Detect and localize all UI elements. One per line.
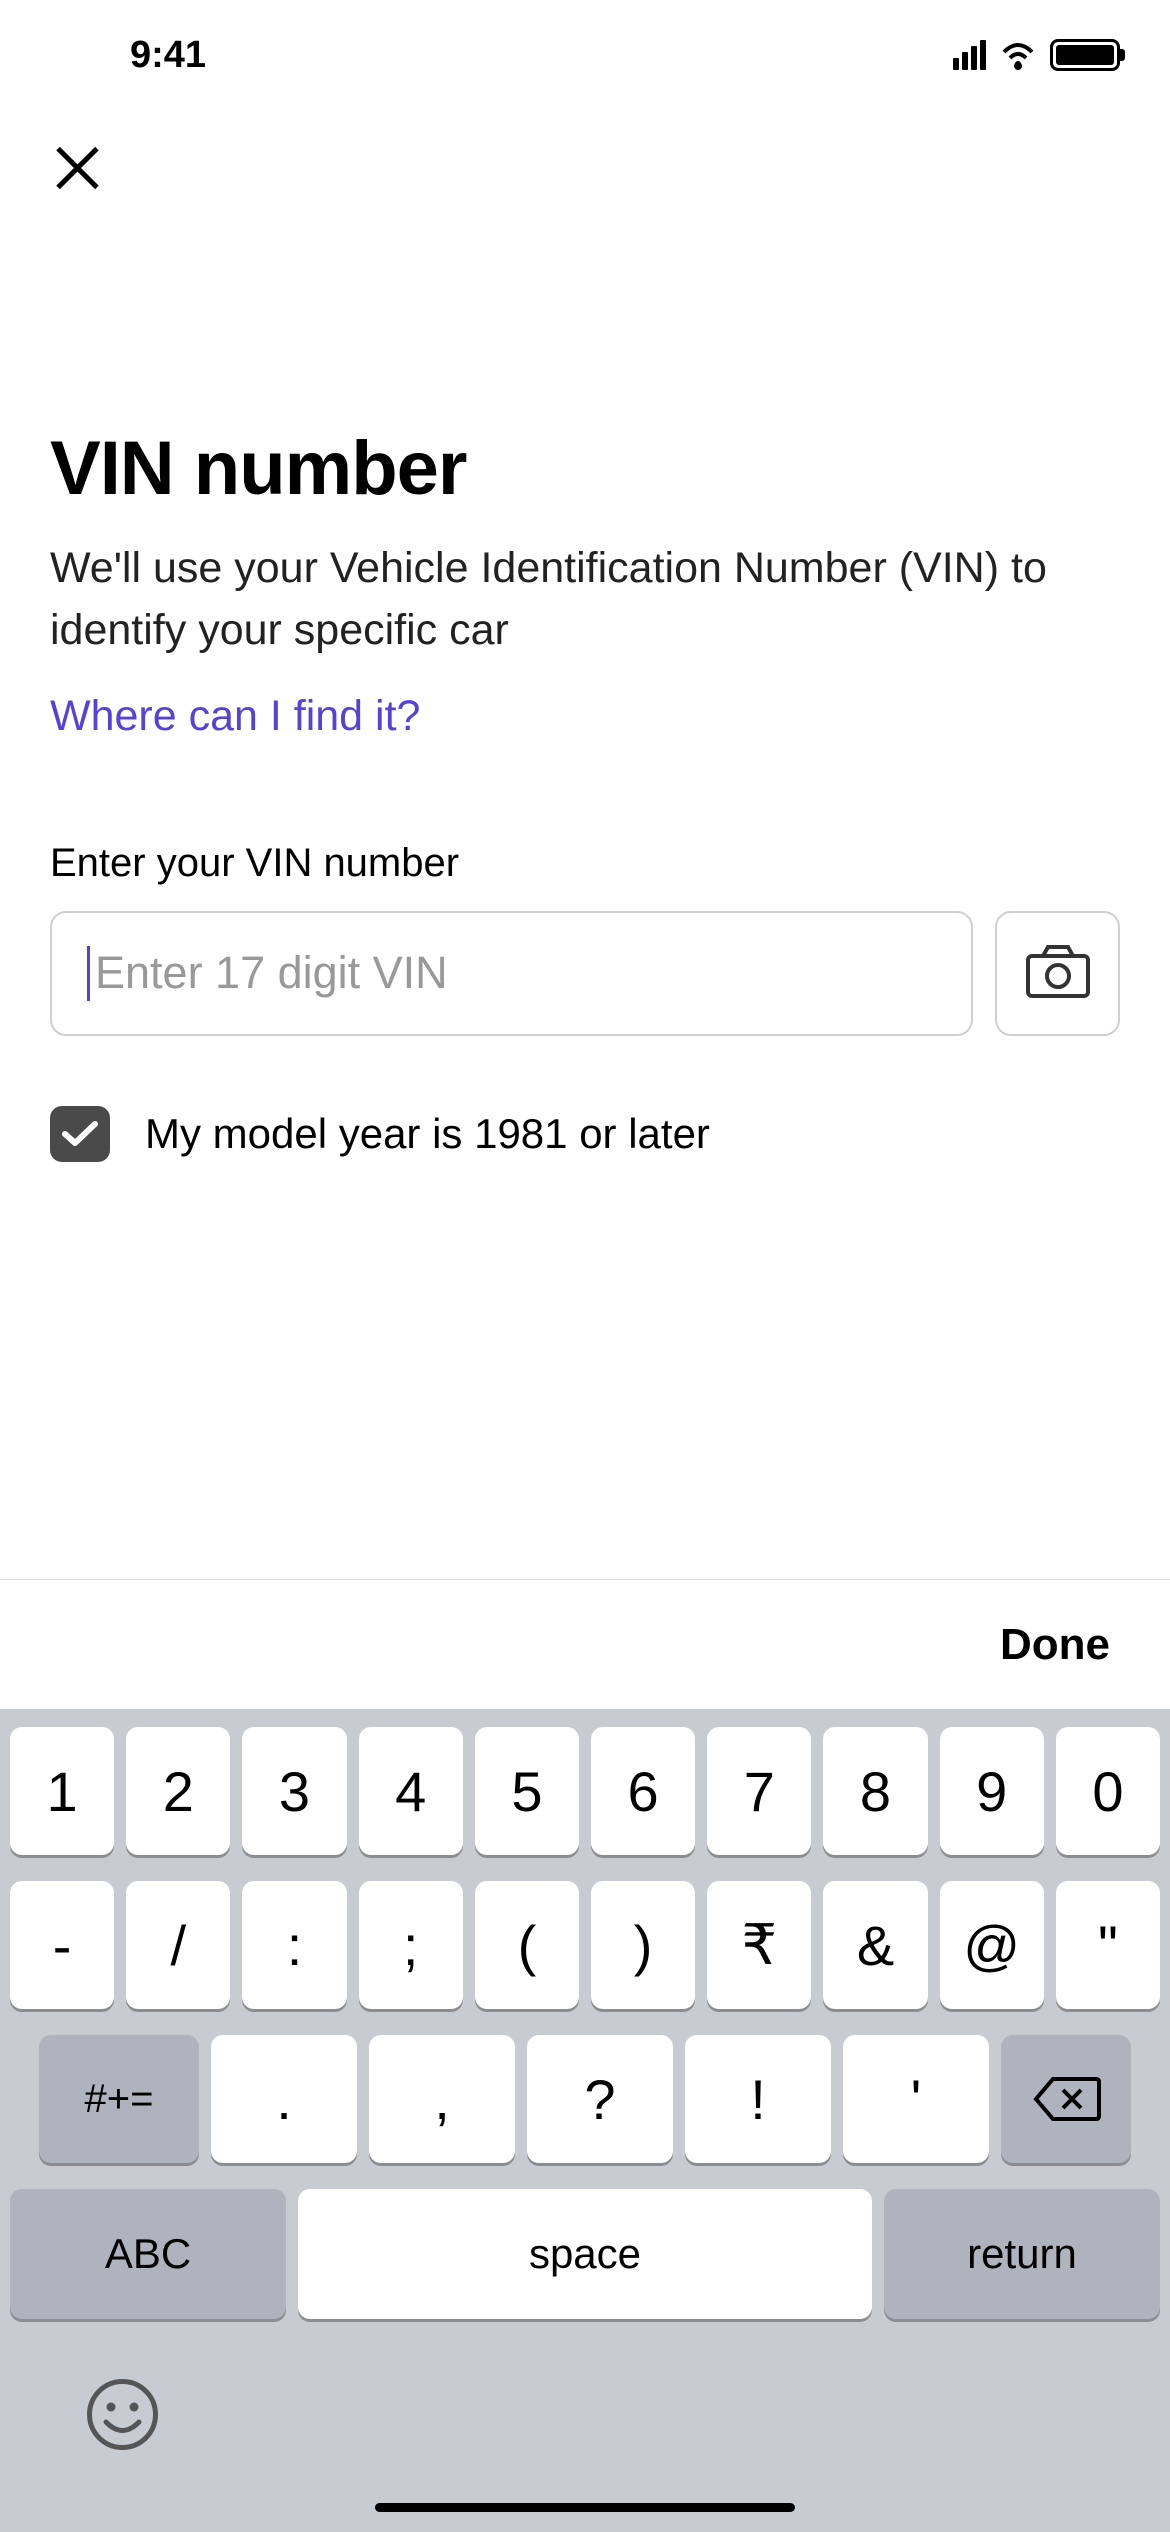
status-icons	[953, 39, 1120, 71]
wifi-icon	[998, 40, 1038, 70]
status-bar: 9:41	[0, 0, 1170, 100]
camera-icon	[1023, 941, 1093, 1006]
signal-icon	[953, 40, 986, 70]
key-return[interactable]: return	[884, 2189, 1160, 2319]
checkbox-label: My model year is 1981 or later	[145, 1110, 710, 1158]
key-slash[interactable]: /	[126, 1881, 230, 2009]
key-dash[interactable]: -	[10, 1881, 114, 2009]
key-symbols[interactable]: #+=	[39, 2035, 199, 2163]
battery-icon	[1050, 39, 1120, 71]
key-4[interactable]: 4	[359, 1727, 463, 1855]
key-at[interactable]: @	[940, 1881, 1044, 2009]
page-title: VIN number	[50, 425, 1120, 512]
key-2[interactable]: 2	[126, 1727, 230, 1855]
close-icon	[50, 140, 105, 195]
key-period[interactable]: .	[211, 2035, 357, 2163]
page-description: We'll use your Vehicle Identification Nu…	[50, 537, 1120, 662]
key-semicolon[interactable]: ;	[359, 1881, 463, 2009]
key-leftparen[interactable]: (	[475, 1881, 579, 2009]
vin-input-placeholder: Enter 17 digit VIN	[95, 947, 448, 999]
key-comma[interactable]: ,	[369, 2035, 515, 2163]
key-apostrophe[interactable]: '	[843, 2035, 989, 2163]
keyboard-done-button[interactable]: Done	[1000, 1620, 1110, 1670]
key-3[interactable]: 3	[242, 1727, 346, 1855]
key-1[interactable]: 1	[10, 1727, 114, 1855]
key-ampersand[interactable]: &	[823, 1881, 927, 2009]
key-quote[interactable]: "	[1056, 1881, 1160, 2009]
key-8[interactable]: 8	[823, 1727, 927, 1855]
keyboard-section: Done 1 2 3 4 5 6 7 8 9 0 - / : ; ( ) ₹ &…	[0, 1579, 1170, 2532]
close-button[interactable]	[0, 100, 1170, 225]
key-rupee[interactable]: ₹	[707, 1881, 811, 2009]
key-abc[interactable]: ABC	[10, 2189, 286, 2319]
key-0[interactable]: 0	[1056, 1727, 1160, 1855]
model-year-checkbox[interactable]	[50, 1106, 110, 1162]
key-9[interactable]: 9	[940, 1727, 1044, 1855]
vin-input[interactable]: Enter 17 digit VIN	[50, 911, 973, 1036]
key-colon[interactable]: :	[242, 1881, 346, 2009]
home-indicator[interactable]	[375, 2503, 795, 2512]
vin-field-label: Enter your VIN number	[50, 841, 1120, 886]
key-5[interactable]: 5	[475, 1727, 579, 1855]
key-exclaim[interactable]: !	[685, 2035, 831, 2163]
key-question[interactable]: ?	[527, 2035, 673, 2163]
key-7[interactable]: 7	[707, 1727, 811, 1855]
key-backspace[interactable]	[1001, 2035, 1131, 2163]
camera-scan-button[interactable]	[995, 911, 1120, 1036]
emoji-button[interactable]	[85, 2377, 160, 2452]
help-link[interactable]: Where can I find it?	[50, 692, 420, 741]
keyboard-toolbar: Done	[0, 1579, 1170, 1709]
checkmark-icon	[61, 1119, 99, 1149]
key-space[interactable]: space	[298, 2189, 872, 2319]
backspace-icon	[1031, 2074, 1101, 2124]
key-6[interactable]: 6	[591, 1727, 695, 1855]
status-time: 9:41	[130, 34, 206, 77]
key-rightparen[interactable]: )	[591, 1881, 695, 2009]
keyboard: 1 2 3 4 5 6 7 8 9 0 - / : ; ( ) ₹ & @ " …	[0, 1709, 1170, 2532]
